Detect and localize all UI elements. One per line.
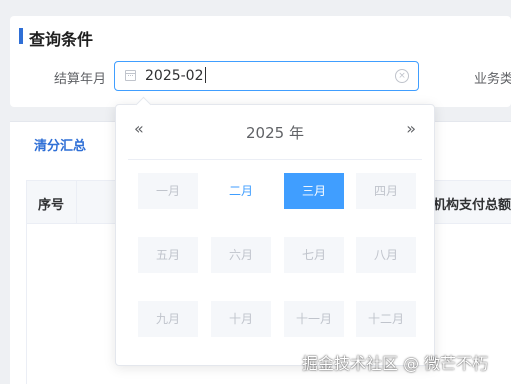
month-cell[interactable]: 十一月 <box>284 301 344 337</box>
tab-clearing-summary[interactable]: 清分汇总 <box>34 135 86 154</box>
settlement-month-input[interactable]: 2025-02 × <box>114 61 419 91</box>
month-cell[interactable]: 六月 <box>211 237 271 273</box>
month-cell[interactable]: 一月 <box>138 173 198 209</box>
text-caret <box>204 67 206 83</box>
column-divider <box>76 181 77 224</box>
month-cell[interactable]: 八月 <box>356 237 416 273</box>
month-cell[interactable]: 十月 <box>211 301 271 337</box>
business-type-label: 业务类 <box>474 72 511 87</box>
page: 查询条件 结算年月 2025-02 × 业务类 清分汇总 序号 机构支付总额 «… <box>0 0 511 384</box>
picker-divider <box>128 159 422 160</box>
column-header-index: 序号 <box>38 198 65 213</box>
picker-year-label[interactable]: 2025 年 <box>116 122 434 143</box>
title-accent-bar <box>19 28 23 44</box>
watermark: 掘金技术社区 @ 微芒不朽 <box>302 354 489 373</box>
clear-icon[interactable]: × <box>395 69 409 83</box>
query-title: 查询条件 <box>29 30 94 49</box>
month-cell[interactable]: 三月 <box>284 173 344 209</box>
month-picker-popup: « 2025 年 » 一月 二月 三月 四月 五月 六月 七月 八月 九月 十月… <box>115 104 435 366</box>
month-cell[interactable]: 十二月 <box>356 301 416 337</box>
settlement-month-value: 2025-02 <box>145 68 204 84</box>
month-cell[interactable]: 五月 <box>138 237 198 273</box>
month-cell[interactable]: 九月 <box>138 301 198 337</box>
calendar-icon <box>125 70 136 81</box>
query-panel: 查询条件 结算年月 2025-02 × 业务类 <box>10 16 511 107</box>
settlement-month-label: 结算年月 <box>54 72 107 87</box>
column-header-total-payment: 机构支付总额 <box>433 198 511 213</box>
next-year-icon[interactable]: » <box>406 119 416 138</box>
month-cell[interactable]: 二月 <box>211 173 271 209</box>
month-cell[interactable]: 七月 <box>284 237 344 273</box>
month-cell[interactable]: 四月 <box>356 173 416 209</box>
